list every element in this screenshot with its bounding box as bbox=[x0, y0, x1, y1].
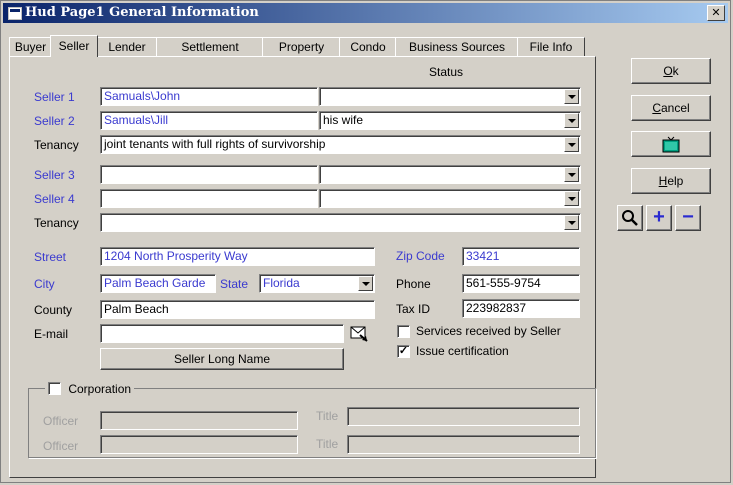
seller4-name-input[interactable] bbox=[100, 189, 318, 208]
seller-long-name-button[interactable]: Seller Long Name bbox=[100, 348, 344, 370]
app-icon bbox=[8, 7, 22, 20]
seller2-status-select[interactable]: his wife bbox=[319, 111, 581, 130]
email-label: E-mail bbox=[34, 327, 69, 341]
tv-button[interactable] bbox=[631, 131, 711, 157]
help-button[interactable]: Help bbox=[631, 168, 711, 194]
magnifier-icon bbox=[622, 210, 638, 226]
cancel-accel: C bbox=[652, 101, 661, 115]
seller2-status-dropdown-icon[interactable] bbox=[564, 113, 579, 128]
zip-label: Zip Code bbox=[396, 249, 445, 263]
zip-input[interactable]: 33421 bbox=[462, 247, 580, 266]
county-input[interactable]: Palm Beach bbox=[100, 300, 375, 319]
seller3-label: Seller 3 bbox=[34, 168, 75, 182]
tab-file-info[interactable]: File Info bbox=[517, 37, 585, 56]
tab-condo[interactable]: Condo bbox=[339, 37, 397, 56]
street-input[interactable]: 1204 North Prosperity Way bbox=[100, 247, 375, 266]
window-title: Hud Page1 General Information bbox=[25, 5, 259, 20]
tenancy2-label: Tenancy bbox=[34, 216, 79, 230]
issue-certification-label: Issue certification bbox=[416, 344, 509, 358]
city-label: City bbox=[34, 277, 55, 291]
tv-icon bbox=[662, 136, 680, 153]
city-input[interactable]: Palm Beach Garde bbox=[100, 274, 216, 293]
issue-certification-checkbox[interactable]: ✓ bbox=[397, 345, 410, 358]
phone-input[interactable]: 561-555-9754 bbox=[462, 274, 580, 293]
seller1-status-select[interactable] bbox=[319, 87, 581, 106]
tab-lender[interactable]: Lender bbox=[96, 37, 158, 56]
seller3-name-input[interactable] bbox=[100, 165, 318, 184]
help-label: elp bbox=[667, 174, 684, 188]
tenancy1-label: Tenancy bbox=[34, 138, 79, 152]
taxid-label: Tax ID bbox=[396, 302, 431, 316]
tab-buyer[interactable]: Buyer bbox=[9, 37, 52, 56]
seller3-status-select[interactable] bbox=[319, 165, 581, 184]
seller2-label: Seller 2 bbox=[34, 114, 75, 128]
zoom-out-button[interactable]: − bbox=[675, 205, 701, 231]
seller2-name-input[interactable]: Samuals\Jill bbox=[100, 111, 318, 130]
cancel-label: ancel bbox=[660, 101, 690, 115]
zoom-in-button[interactable]: + bbox=[646, 205, 672, 231]
officer1-input[interactable] bbox=[100, 411, 298, 430]
title2-label: Title bbox=[316, 437, 339, 451]
title1-input[interactable] bbox=[347, 407, 580, 426]
tenancy2-select[interactable] bbox=[100, 213, 581, 232]
tab-settlement[interactable]: Settlement bbox=[156, 37, 264, 56]
tenancy2-dropdown-icon[interactable] bbox=[564, 215, 579, 230]
tenancy1-select[interactable]: joint tenants with full rights of surviv… bbox=[100, 135, 581, 154]
taxid-input[interactable]: 223982837 bbox=[462, 299, 580, 318]
services-label: Services received by Seller bbox=[416, 324, 561, 338]
title-bar[interactable]: Hud Page1 General Information ✕ bbox=[3, 3, 728, 23]
state-label: State bbox=[220, 277, 249, 291]
phone-label: Phone bbox=[396, 277, 431, 291]
ok-label: k bbox=[672, 64, 679, 78]
tab-business-sources[interactable]: Business Sources bbox=[395, 37, 519, 56]
status-header: Status bbox=[429, 65, 464, 79]
seller1-name-input[interactable]: Samuals\John bbox=[100, 87, 318, 106]
close-button[interactable]: ✕ bbox=[707, 5, 725, 21]
tab-seller[interactable]: Seller bbox=[50, 35, 98, 57]
ok-button[interactable]: Ok bbox=[631, 58, 711, 84]
officer2-label: Officer bbox=[43, 439, 79, 453]
title2-input[interactable] bbox=[347, 435, 580, 454]
seller3-status-dropdown-icon[interactable] bbox=[564, 167, 579, 182]
seller4-status-dropdown-icon[interactable] bbox=[564, 191, 579, 206]
officer1-label: Officer bbox=[43, 414, 79, 428]
corporation-checkbox[interactable] bbox=[48, 382, 61, 396]
county-label: County bbox=[34, 303, 73, 317]
dialog-window: Hud Page1 General Information ✕ Buyer Se… bbox=[0, 0, 731, 483]
email-send-icon[interactable] bbox=[349, 323, 369, 343]
email-input[interactable] bbox=[100, 324, 344, 343]
ok-accel: O bbox=[663, 64, 673, 78]
services-checkbox[interactable] bbox=[397, 325, 410, 338]
officer2-input[interactable] bbox=[100, 435, 298, 454]
tab-property[interactable]: Property bbox=[262, 37, 341, 56]
title1-label: Title bbox=[316, 409, 339, 423]
seller4-status-select[interactable] bbox=[319, 189, 581, 208]
cancel-button[interactable]: Cancel bbox=[631, 95, 711, 121]
search-button[interactable] bbox=[617, 205, 643, 231]
seller1-status-dropdown-icon[interactable] bbox=[564, 89, 579, 104]
seller4-label: Seller 4 bbox=[34, 192, 75, 206]
corporation-legend: Corporation bbox=[45, 381, 135, 397]
street-label: Street bbox=[34, 250, 67, 264]
corporation-label: Corporation bbox=[68, 381, 132, 396]
tenancy1-dropdown-icon[interactable] bbox=[564, 137, 579, 152]
state-dropdown-icon[interactable] bbox=[358, 276, 373, 291]
seller1-label: Seller 1 bbox=[34, 90, 75, 104]
